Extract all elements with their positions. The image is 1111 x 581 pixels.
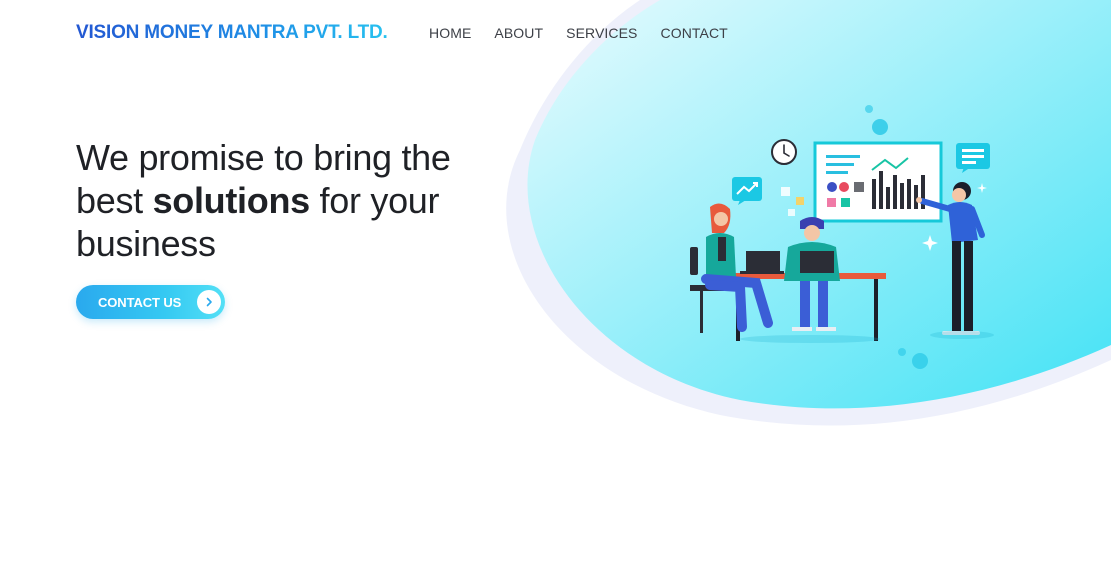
bubble-decoration bbox=[872, 119, 888, 135]
clock-icon bbox=[771, 139, 797, 165]
nav-about[interactable]: ABOUT bbox=[494, 25, 543, 41]
bubble-decoration bbox=[898, 348, 906, 356]
main-nav: HOME ABOUT SERVICES CONTACT bbox=[429, 25, 751, 41]
chat-bubble-icon bbox=[956, 143, 990, 173]
laptop-icon bbox=[740, 251, 784, 274]
bubble-decoration bbox=[912, 353, 928, 369]
laptop-icon bbox=[800, 251, 834, 273]
page: VISION MONEY MANTRA PVT. LTD. HOME ABOUT… bbox=[0, 0, 1111, 581]
nav-contact[interactable]: CONTACT bbox=[661, 25, 728, 41]
trend-bubble-icon bbox=[732, 177, 762, 205]
nav-services[interactable]: SERVICES bbox=[566, 25, 637, 41]
bubble-decoration bbox=[865, 105, 873, 113]
team-meeting-illustration bbox=[690, 105, 994, 369]
seated-man-figure bbox=[784, 217, 840, 331]
nav-home[interactable]: HOME bbox=[429, 25, 471, 41]
contact-us-label: CONTACT US bbox=[98, 294, 182, 310]
whiteboard bbox=[813, 141, 943, 223]
presenter-figure bbox=[916, 182, 985, 335]
contact-us-button[interactable]: CONTACT US bbox=[76, 285, 225, 319]
hero-title-emphasis: solutions bbox=[152, 180, 311, 221]
brand-logo[interactable]: VISION MONEY MANTRA PVT. LTD. bbox=[76, 22, 388, 44]
chevron-right-icon bbox=[197, 290, 221, 314]
hero-title: We promise to bring the best solutions f… bbox=[76, 136, 496, 265]
